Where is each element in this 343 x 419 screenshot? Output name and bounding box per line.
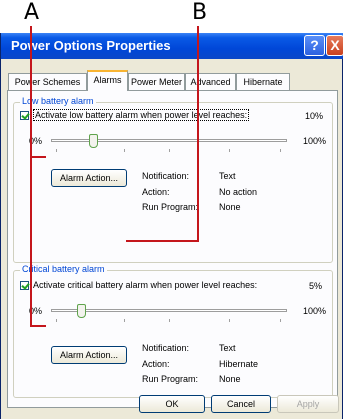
low-slider-tick: [124, 149, 125, 152]
low-run-program-value: None: [219, 202, 241, 212]
low-run-program-label: Run Program:: [142, 202, 199, 212]
critical-slider-tick: [280, 319, 281, 322]
tab-power-schemes[interactable]: Power Schemes: [8, 73, 87, 90]
callout-a-leader-critical: [30, 325, 46, 327]
low-battery-group: Low battery alarm Activate low battery a…: [13, 96, 333, 263]
critical-slider-tick: [169, 319, 170, 322]
power-options-dialog: Power Options Properties ? X Power Schem…: [0, 33, 343, 419]
cancel-button[interactable]: Cancel: [211, 395, 271, 413]
low-notification-value: Text: [219, 171, 236, 181]
low-slider-tick: [56, 149, 57, 152]
ok-button[interactable]: OK: [139, 395, 205, 413]
low-slider-track[interactable]: [51, 139, 287, 142]
callout-b-leader-vertical: [197, 26, 199, 242]
close-button[interactable]: X: [326, 35, 343, 56]
low-slider-tick: [280, 149, 281, 152]
tab-hibernate[interactable]: Hibernate: [236, 73, 290, 90]
apply-button[interactable]: Apply: [277, 395, 339, 413]
critical-alarm-action-button[interactable]: Alarm Action...: [51, 346, 127, 364]
low-alarm-percent: 10%: [305, 111, 324, 121]
low-notification-label: Notification:: [142, 171, 190, 181]
callout-b-leader-horizontal: [126, 240, 199, 242]
low-slider-max: 100%: [303, 136, 327, 146]
tab-power-meter[interactable]: Power Meter: [128, 73, 185, 90]
callout-a-leader-low: [30, 156, 46, 158]
critical-slider-tick: [229, 319, 230, 322]
tab-alarms[interactable]: Alarms: [87, 70, 128, 91]
callout-a-leader-vertical: [30, 26, 32, 327]
low-slider-thumb[interactable]: [89, 134, 98, 148]
critical-alarm-percent: 5%: [309, 281, 323, 291]
critical-alarm-checkbox-label[interactable]: Activate critical battery alarm when pow…: [33, 280, 257, 290]
critical-notification-value: Text: [219, 343, 236, 353]
low-slider-tick: [169, 149, 170, 152]
critical-battery-group-label: Critical battery alarm: [20, 264, 107, 274]
critical-battery-group: Critical battery alarm Activate critical…: [13, 264, 333, 398]
critical-alarm-checkbox[interactable]: [20, 281, 29, 290]
low-alarm-checkbox-label[interactable]: Activate low battery alarm when power le…: [33, 109, 250, 121]
critical-slider-tick: [56, 319, 57, 322]
critical-slider-track[interactable]: [51, 309, 287, 312]
low-alarm-checkbox[interactable]: [20, 111, 29, 120]
critical-notification-label: Notification:: [142, 343, 190, 353]
low-slider-tick: [229, 149, 230, 152]
critical-slider-tick: [124, 319, 125, 322]
alarms-panel: Low battery alarm Activate low battery a…: [7, 90, 338, 408]
critical-action-value: Hibernate: [219, 359, 259, 369]
low-action-label: Action:: [142, 187, 170, 197]
callout-a: A: [24, 0, 40, 25]
tab-advanced[interactable]: Advanced: [185, 73, 236, 90]
low-alarm-action-button[interactable]: Alarm Action...: [51, 169, 127, 187]
title-bar[interactable]: Power Options Properties ? X: [1, 33, 343, 59]
critical-action-label: Action:: [142, 359, 170, 369]
critical-slider-thumb[interactable]: [77, 304, 86, 318]
window-title: Power Options Properties: [11, 38, 171, 53]
help-button[interactable]: ?: [304, 35, 325, 56]
critical-slider-max: 100%: [303, 306, 327, 316]
callout-b: B: [192, 0, 208, 25]
critical-run-program-label: Run Program:: [142, 374, 199, 384]
critical-run-program-value: None: [219, 374, 241, 384]
low-action-value: No action: [219, 187, 258, 197]
